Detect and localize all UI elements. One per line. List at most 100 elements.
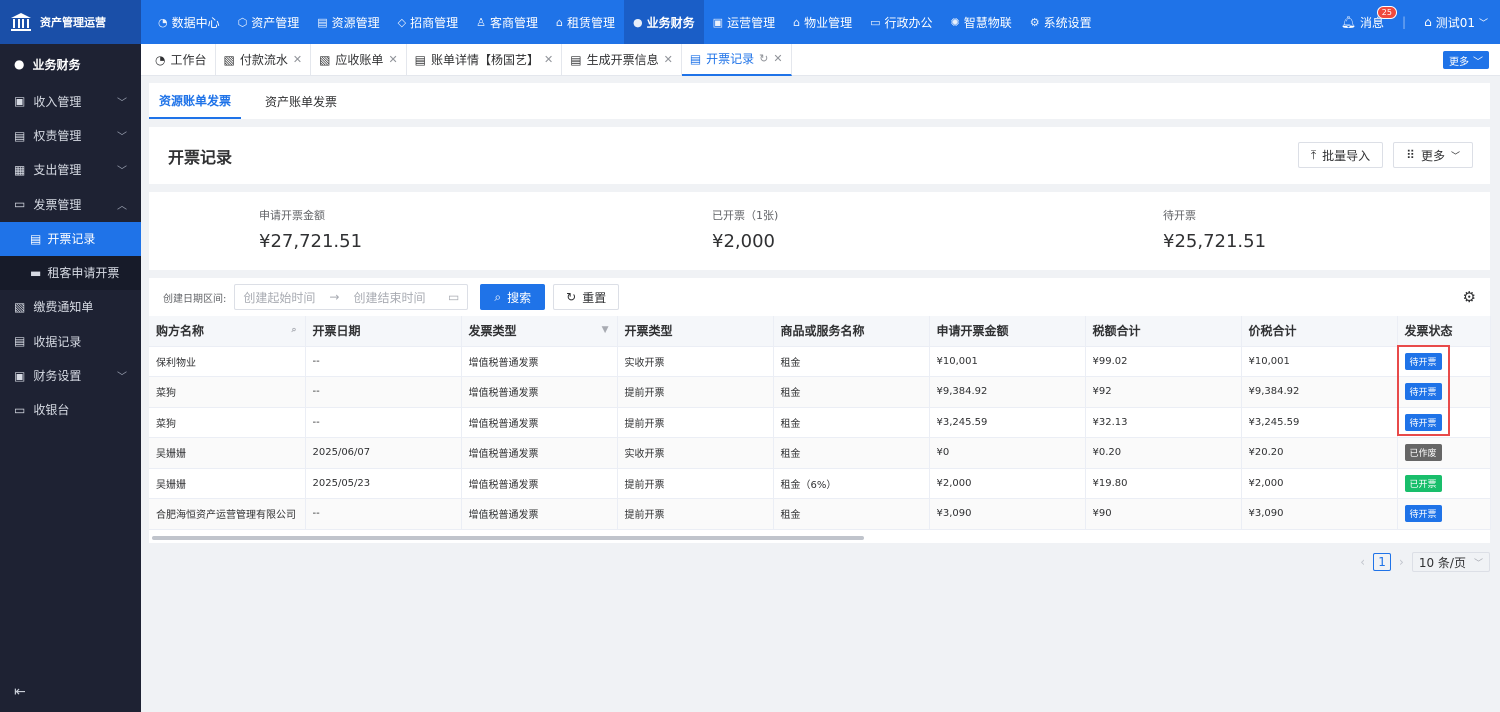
next-page-icon[interactable]: › — [1399, 555, 1404, 569]
dashboard-icon: ◔ — [158, 15, 168, 29]
search-label: 搜索 — [507, 290, 532, 305]
filter-icon[interactable]: ▼ — [602, 325, 609, 335]
table-cell: 租金 — [773, 498, 930, 530]
search-icon: ⌕ — [494, 289, 502, 304]
nav-item-5[interactable]: ⌂ 租赁管理 — [547, 0, 624, 44]
table-cell: ¥0 — [929, 437, 1086, 469]
table-cell: 吴姗姗 — [149, 437, 306, 469]
page-tabs: ◔ 工作台 ▧ 付款流水 ✕ ▧ 应收账单 ✕ ▤ 账单详情【杨国艺】 ✕ ▤ 生成开票信息 ✕ ▤ 开票记录… — [141, 43, 1500, 76]
column-header[interactable]: 发票状态 — [1397, 316, 1491, 347]
table-cell: 租金 — [773, 407, 930, 438]
tab-3[interactable]: ▤ 账单详情【杨国艺】 ✕ — [407, 43, 563, 76]
stat-label: 已开票（1张) — [712, 209, 779, 222]
tab-asset-bill-invoice[interactable]: 资产账单发票 — [255, 83, 347, 119]
title-card: 开票记录 ⤒ 批量导入 ⠿ 更多 ﹀ — [149, 127, 1490, 184]
tab-resource-bill-invoice[interactable]: 资源账单发票 — [149, 83, 242, 119]
close-icon[interactable]: ✕ — [388, 53, 397, 66]
column-header[interactable]: 购方名称 ⌕ — [149, 316, 306, 347]
summary-stats: 申请开票金额 ¥27,721.51 已开票（1张) ¥2,000 待开票 ¥25… — [149, 192, 1490, 270]
refresh-icon[interactable]: ↻ — [759, 52, 768, 65]
table-cell: 已开票 — [1397, 468, 1491, 499]
messages-button[interactable]: 🔔︎ 消息 25 — [1341, 5, 1397, 31]
sidebar-item-a-0[interactable]: ▣ 收入管理 ﹀ — [0, 84, 141, 118]
sidebar-subitem-0[interactable]: ▤ 开票记录 — [0, 221, 141, 256]
chevron-down-icon: ﹀ — [1478, 18, 1488, 29]
table-settings-icon[interactable]: ⚙ — [1463, 288, 1476, 306]
close-icon[interactable]: ✕ — [293, 53, 302, 66]
column-header[interactable]: 价税合计 — [1241, 316, 1398, 347]
batch-import-button[interactable]: ⤒ 批量导入 — [1297, 142, 1384, 168]
sidebar-item-b-3[interactable]: ▭ 收银台 — [0, 393, 141, 427]
table-cell: ¥90 — [1085, 498, 1242, 530]
table-row[interactable]: 保利物业 -- 增值税普通发票 实收开票 租金 ¥10,001 ¥99.02 ¥10,001 待… — [149, 346, 1491, 377]
page-size-select[interactable]: 10 条/页 ﹀ — [1411, 552, 1490, 572]
table-cell: 租金 — [773, 346, 930, 377]
tabs-more-button[interactable]: 更多 ﹀ — [1443, 51, 1489, 69]
tab-4[interactable]: ▤ 生成开票信息 ✕ — [562, 43, 682, 76]
sidebar-item-a-3[interactable]: ▭ 发票管理 ︿ — [0, 187, 141, 221]
nav-item-1[interactable]: ⬡ 资产管理 — [229, 0, 309, 44]
tab-1[interactable]: ▧ 付款流水 ✕ — [216, 43, 312, 76]
column-header-label: 价税合计 — [1248, 324, 1297, 339]
sidebar-item-b-2[interactable]: ▣ 财务设置 ﹀ — [0, 358, 141, 392]
column-header[interactable]: 税额合计 — [1085, 316, 1242, 347]
menu-icon: ▤ — [30, 231, 42, 246]
status-badge: 待开票 — [1404, 413, 1442, 431]
column-header[interactable]: 申请开票金额 — [929, 316, 1086, 347]
table-row[interactable]: 菜狗 -- 增值税普通发票 提前开票 租金 ¥3,245.59 ¥32.13 ¥3,245.5… — [149, 407, 1491, 438]
sidebar-subitem-1[interactable]: ▬ 租客申请开票 — [0, 255, 141, 290]
start-date-input[interactable]: 创建起始时间 — [243, 289, 315, 306]
table-row[interactable]: 菜狗 -- 增值税普通发票 提前开票 租金 ¥9,384.92 ¥92 ¥9,384.92 待开… — [149, 376, 1491, 408]
prev-page-icon[interactable]: ‹ — [1360, 555, 1365, 569]
table-cell: -- — [305, 498, 462, 530]
tab-0[interactable]: ◔ 工作台 — [147, 43, 216, 76]
sidebar-item-a-2[interactable]: ▦ 支出管理 ﹀ — [0, 153, 141, 187]
nav-item-9[interactable]: ▭ 行政办公 — [861, 0, 941, 44]
table-row[interactable]: 吴姗姗 2025/05/23 增值税普通发票 提前开票 租金（6%） ¥2,000 ¥19.… — [149, 468, 1491, 499]
title-actions: ⤒ 批量导入 ⠿ 更多 ﹀ — [1297, 142, 1473, 168]
nav-item-10[interactable]: ✺ 智慧物联 — [942, 0, 1021, 44]
table-row[interactable]: 合肥海恒资产运营管理有限公司 -- 增值税普通发票 提前开票 租金 ¥3,090 ¥90 ¥3… — [149, 498, 1491, 530]
horizontal-scrollbar[interactable] — [152, 536, 864, 540]
close-icon[interactable]: ✕ — [773, 52, 782, 65]
table-cell: 2025/06/07 — [305, 437, 462, 469]
tab-2[interactable]: ▧ 应收账单 ✕ — [311, 43, 407, 76]
nav-item-8[interactable]: ⌂ 物业管理 — [784, 0, 861, 44]
tab-5[interactable]: ▤ 开票记录 ↻ ✕ — [681, 43, 792, 76]
sidebar-item-b-1[interactable]: ▤ 收据记录 — [0, 324, 141, 358]
brand[interactable]: 资产管理运营 — [0, 0, 141, 44]
table-cell: ¥9,384.92 — [1241, 376, 1398, 408]
nav-item-0[interactable]: ◔ 数据中心 — [149, 0, 229, 44]
page-number[interactable]: 1 — [1373, 553, 1392, 571]
nav-item-2[interactable]: ▤ 资源管理 — [308, 0, 388, 44]
stat-label: 申请开票金额 — [259, 209, 325, 222]
column-header[interactable]: 开票日期 — [305, 316, 462, 347]
reset-button[interactable]: ↻ 重置 — [553, 284, 620, 310]
column-header[interactable]: 开票类型 — [617, 316, 774, 347]
nav-item-label: 业务财务 — [646, 15, 695, 30]
search-icon[interactable]: ⌕ — [291, 325, 296, 335]
column-header[interactable]: 发票类型 ▼ — [461, 316, 618, 347]
search-button[interactable]: ⌕ 搜索 — [480, 284, 546, 310]
column-header[interactable]: 商品或服务名称 — [773, 316, 930, 347]
nav-item-7[interactable]: ▣ 运营管理 — [704, 0, 784, 44]
sidebar-item-label: 财务设置 — [33, 369, 82, 384]
table-cell: 提前开票 — [617, 407, 774, 438]
close-icon[interactable]: ✕ — [664, 53, 673, 66]
building-icon: ▤ — [317, 15, 328, 29]
end-date-input[interactable]: 创建结束时间 — [353, 289, 425, 306]
stat-value: ¥2,000 — [712, 231, 775, 252]
nav-item-3[interactable]: ◇ 招商管理 — [389, 0, 467, 44]
collapse-sidebar-icon[interactable]: ⇤ — [14, 684, 26, 700]
date-range-picker[interactable]: 创建起始时间 → 创建结束时间 ▭ — [234, 284, 469, 310]
close-icon[interactable]: ✕ — [544, 53, 553, 66]
nav-item-6[interactable]: ● 业务财务 — [624, 0, 704, 44]
user-menu[interactable]: ⌂ 测试01 ﹀ — [1424, 14, 1488, 31]
table-row[interactable]: 吴姗姗 2025/06/07 增值税普通发票 实收开票 租金 ¥0 ¥0.20 ¥20.20 已… — [149, 437, 1491, 469]
nav-item-11[interactable]: ⚙ 系统设置 — [1021, 0, 1101, 44]
nav-item-4[interactable]: ♙ 客商管理 — [467, 0, 547, 44]
sidebar-item-a-1[interactable]: ▤ 权责管理 ﹀ — [0, 118, 141, 152]
more-actions-button[interactable]: ⠿ 更多 ﹀ — [1393, 142, 1473, 168]
sidebar-item-b-0[interactable]: ▧ 缴费通知单 — [0, 290, 141, 324]
table-cell: 增值税普通发票 — [461, 346, 618, 377]
